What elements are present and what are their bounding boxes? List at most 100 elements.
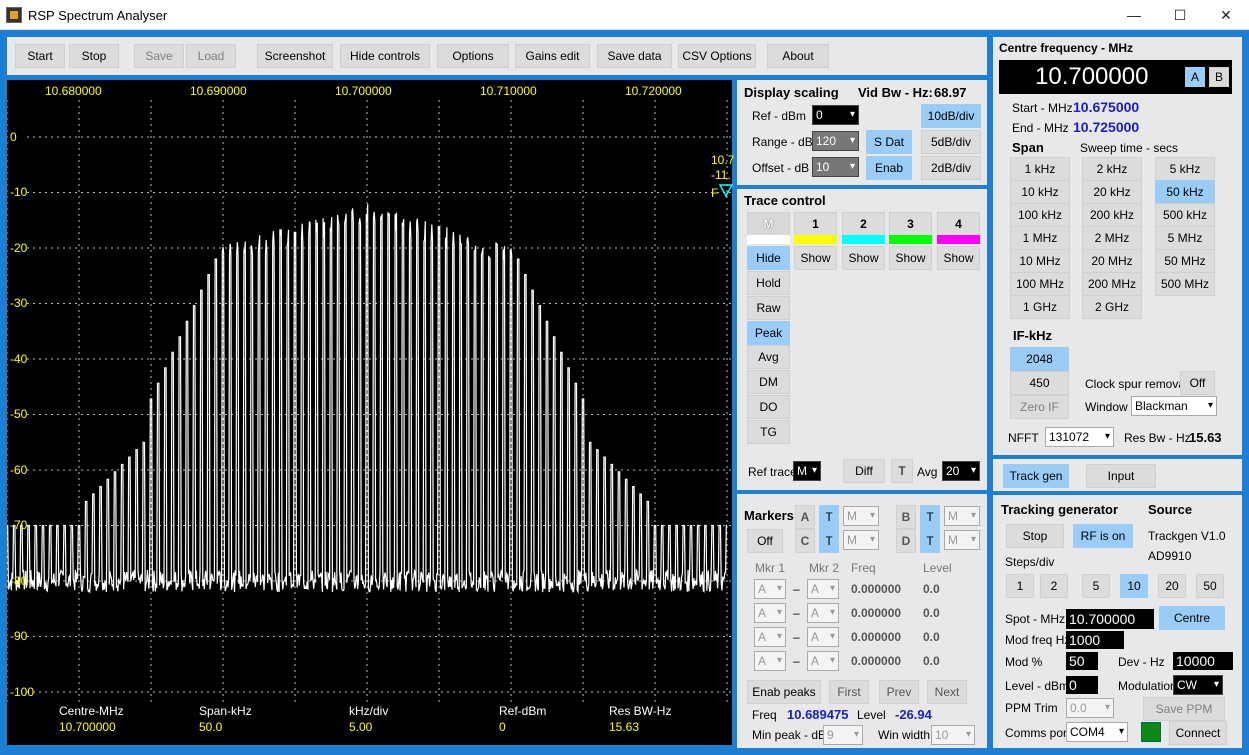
- next-peak-button[interactable]: Next: [927, 680, 967, 704]
- about-button[interactable]: About: [767, 44, 829, 68]
- ref-dbm-select[interactable]: 0: [812, 105, 859, 125]
- save-data-button[interactable]: Save data: [597, 44, 672, 68]
- marker-b-select[interactable]: M: [944, 506, 980, 526]
- marker-row-mkr1-select[interactable]: A: [754, 651, 786, 671]
- marker-row-mkr2-select[interactable]: A: [807, 651, 839, 671]
- 5db-div-button[interactable]: 5dB/div: [921, 130, 981, 154]
- save-ppm-button[interactable]: Save PPM: [1143, 697, 1225, 721]
- span-button[interactable]: 2 GHz: [1082, 295, 1142, 319]
- marker-a-select[interactable]: M: [843, 506, 879, 526]
- step-2-button[interactable]: 2: [1040, 574, 1068, 598]
- ppm-trim-spinner[interactable]: 0.0: [1066, 698, 1114, 718]
- tg-button[interactable]: TG: [747, 420, 790, 444]
- span-button[interactable]: 500 kHz: [1155, 203, 1215, 227]
- span-button[interactable]: 50 kHz: [1155, 180, 1215, 204]
- centre-button[interactable]: Centre: [1159, 606, 1225, 630]
- step-20-button[interactable]: 20: [1158, 574, 1186, 598]
- span-button[interactable]: 10 MHz: [1010, 249, 1070, 273]
- options-button[interactable]: Options: [437, 44, 509, 68]
- span-button[interactable]: 100 MHz: [1010, 272, 1070, 296]
- span-button[interactable]: 100 kHz: [1010, 203, 1070, 227]
- marker-d-button[interactable]: D: [896, 529, 916, 553]
- marker-row-mkr1-select[interactable]: A: [754, 579, 786, 599]
- marker-d-t-button[interactable]: T: [920, 529, 940, 553]
- marker-c-button[interactable]: C: [795, 529, 815, 553]
- span-button[interactable]: 1 GHz: [1010, 295, 1070, 319]
- avg-count-select[interactable]: 20: [942, 461, 980, 481]
- maximize-button[interactable]: ☐: [1157, 0, 1203, 30]
- start-button[interactable]: Start: [15, 44, 65, 68]
- stop-button[interactable]: Stop: [69, 44, 119, 68]
- trace-4-show-button[interactable]: Show: [937, 246, 980, 270]
- mod-percent-input[interactable]: 50: [1066, 652, 1098, 670]
- modulation-select[interactable]: CW: [1173, 675, 1223, 695]
- enab-button[interactable]: Enab: [866, 156, 912, 180]
- spectrum-plot[interactable]: 10.680000 10.690000 10.700000 10.710000 …: [7, 80, 734, 745]
- step-5-button[interactable]: 5: [1082, 574, 1110, 598]
- markers-off-button[interactable]: Off: [747, 529, 783, 553]
- minimize-button[interactable]: —: [1111, 0, 1157, 30]
- gains-edit-button[interactable]: Gains edit: [515, 44, 590, 68]
- trackgen-stop-button[interactable]: Stop: [1006, 524, 1064, 548]
- hold-button[interactable]: Hold: [747, 271, 790, 295]
- t-button[interactable]: T: [891, 459, 913, 483]
- ref-trace-select[interactable]: M: [793, 461, 821, 481]
- centre-frequency-display[interactable]: 10.700000 A B: [999, 60, 1232, 94]
- first-peak-button[interactable]: First: [829, 680, 869, 704]
- tab-input[interactable]: Input: [1086, 464, 1156, 488]
- dev-hz-input[interactable]: 10000: [1173, 652, 1233, 670]
- vfo-a-button[interactable]: A: [1185, 67, 1205, 87]
- marker-row-mkr2-select[interactable]: A: [807, 627, 839, 647]
- spot-mhz-input[interactable]: 10.700000: [1066, 609, 1154, 629]
- tab-trace-1[interactable]: 1: [794, 212, 837, 236]
- window-select[interactable]: Blackman: [1131, 396, 1217, 416]
- marker-b-t-button[interactable]: T: [920, 505, 940, 529]
- nfft-select[interactable]: 131072: [1045, 427, 1114, 447]
- step-50-button[interactable]: 50: [1196, 574, 1224, 598]
- step-10-button[interactable]: 10: [1120, 574, 1148, 598]
- range-db-select[interactable]: 120: [812, 131, 859, 151]
- do-button[interactable]: DO: [747, 395, 790, 419]
- trace-m-hide-button[interactable]: Hide: [747, 246, 790, 270]
- marker-c-t-button[interactable]: T: [819, 529, 839, 553]
- connect-button[interactable]: Connect: [1169, 721, 1227, 745]
- zero-if-button[interactable]: Zero IF: [1010, 395, 1069, 419]
- span-button[interactable]: 50 MHz: [1155, 249, 1215, 273]
- span-button[interactable]: 2 MHz: [1082, 226, 1142, 250]
- if-450-button[interactable]: 450: [1010, 371, 1069, 395]
- trace-2-show-button[interactable]: Show: [842, 246, 885, 270]
- tab-trace-2[interactable]: 2: [842, 212, 885, 236]
- avg-button[interactable]: Avg: [747, 345, 790, 369]
- 2db-div-button[interactable]: 2dB/div: [921, 156, 981, 180]
- diff-button[interactable]: Diff: [843, 459, 885, 483]
- span-button[interactable]: 200 kHz: [1082, 203, 1142, 227]
- peak-button[interactable]: Peak: [747, 321, 790, 345]
- tab-trace-4[interactable]: 4: [937, 212, 980, 236]
- marker-row-mkr2-select[interactable]: A: [807, 603, 839, 623]
- tab-trace-3[interactable]: 3: [889, 212, 932, 236]
- close-button[interactable]: ✕: [1203, 0, 1249, 30]
- marker-row-mkr1-select[interactable]: A: [754, 603, 786, 623]
- marker-b-button[interactable]: B: [896, 505, 916, 529]
- marker-a-button[interactable]: A: [795, 505, 815, 529]
- raw-button[interactable]: Raw: [747, 296, 790, 320]
- span-button[interactable]: 1 MHz: [1010, 226, 1070, 250]
- tab-track-gen[interactable]: Track gen: [1003, 464, 1069, 488]
- vfo-b-button[interactable]: B: [1209, 67, 1229, 87]
- span-button[interactable]: 1 kHz: [1010, 157, 1070, 181]
- span-button[interactable]: 20 MHz: [1082, 249, 1142, 273]
- span-button[interactable]: 20 kHz: [1082, 180, 1142, 204]
- step-1-button[interactable]: 1: [1006, 574, 1034, 598]
- if-2048-button[interactable]: 2048: [1010, 347, 1069, 371]
- offset-db-select[interactable]: 10: [812, 157, 859, 177]
- s-dat-button[interactable]: S Dat: [866, 130, 912, 154]
- csv-options-button[interactable]: CSV Options: [678, 44, 756, 68]
- trace-1-show-button[interactable]: Show: [794, 246, 837, 270]
- marker-c-select[interactable]: M: [843, 530, 879, 550]
- span-button[interactable]: 5 MHz: [1155, 226, 1215, 250]
- dm-button[interactable]: DM: [747, 370, 790, 394]
- span-button[interactable]: 5 kHz: [1155, 157, 1215, 181]
- clock-spur-off-button[interactable]: Off: [1180, 371, 1215, 395]
- level-dbm-input[interactable]: 0: [1066, 676, 1098, 694]
- tab-trace-m[interactable]: M: [747, 212, 790, 236]
